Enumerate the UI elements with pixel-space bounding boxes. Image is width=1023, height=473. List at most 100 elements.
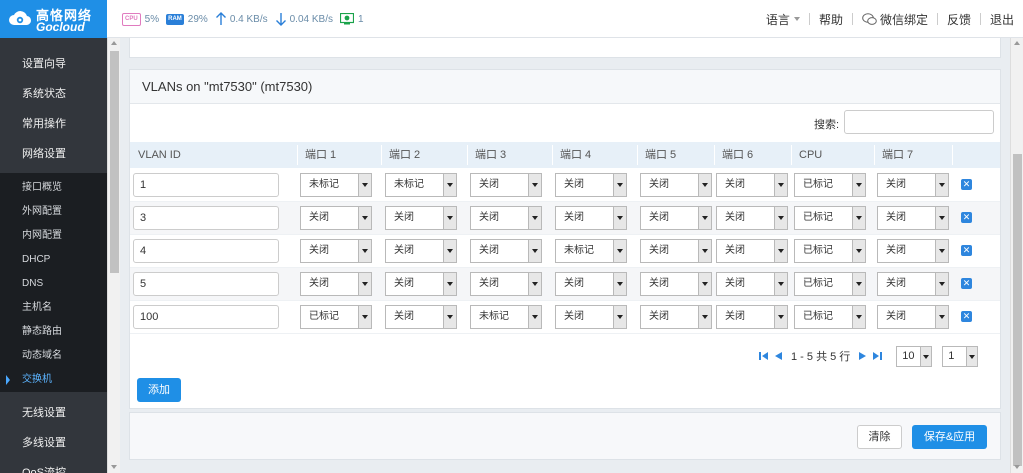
sidebar-subitem-lan[interactable]: 内网配置 (0, 224, 107, 248)
help-link[interactable]: 帮助 (810, 11, 852, 28)
sidebar-subitem-interface-overview[interactable]: 接口概览 (0, 176, 107, 200)
port1-select[interactable]: 关闭 (300, 272, 372, 296)
port4-select[interactable]: 关闭 (555, 173, 627, 197)
cpu-select[interactable]: 已标记 (794, 239, 866, 263)
feedback-link[interactable]: 反馈 (938, 11, 980, 28)
sidebar-item-common-ops[interactable]: 常用操作 (0, 109, 107, 139)
port4-select[interactable]: 未标记 (555, 239, 627, 263)
sidebar-scrollbar[interactable] (107, 38, 120, 473)
port2-select[interactable]: 关闭 (385, 239, 457, 263)
cpu-select[interactable]: 已标记 (794, 305, 866, 329)
port1-select[interactable]: 关闭 (300, 239, 372, 263)
sidebar-subitem-hostname[interactable]: 主机名 (0, 296, 107, 320)
scrollbar-thumb[interactable] (1013, 154, 1022, 466)
port3-select[interactable]: 关闭 (470, 206, 542, 230)
vlan-id-input[interactable]: 100 (133, 305, 279, 329)
search-input[interactable] (844, 110, 994, 134)
clear-button[interactable]: 清除 (857, 425, 902, 449)
port6-select[interactable]: 关闭 (716, 239, 788, 263)
sidebar-item-network-settings[interactable]: 网络设置 (0, 139, 107, 169)
port4-select[interactable]: 关闭 (555, 272, 627, 296)
port3-select[interactable]: 关闭 (470, 272, 542, 296)
save-apply-button[interactable]: 保存&应用 (912, 425, 987, 449)
port7-select[interactable]: 关闭 (877, 173, 949, 197)
port2-select[interactable]: 未标记 (385, 173, 457, 197)
first-page-icon[interactable] (759, 351, 769, 361)
delete-row-icon[interactable]: ✕ (961, 179, 972, 190)
port5-select[interactable]: 关闭 (640, 173, 712, 197)
delete-row-icon[interactable]: ✕ (961, 311, 972, 322)
port7-select[interactable]: 关闭 (877, 239, 949, 263)
sidebar-item-qos[interactable]: QoS流控 (0, 458, 107, 473)
sidebar-subitem-wan[interactable]: 外网配置 (0, 200, 107, 224)
port6-select[interactable]: 关闭 (716, 272, 788, 296)
delete-row-icon[interactable]: ✕ (961, 278, 972, 289)
port6-select[interactable]: 关闭 (716, 305, 788, 329)
ram-value: 29% (187, 13, 208, 25)
delete-row-icon[interactable]: ✕ (961, 212, 972, 223)
language-label: 语言 (765, 12, 790, 27)
port1-select[interactable]: 已标记 (300, 305, 372, 329)
chevron-down-icon (443, 306, 456, 328)
logout-link[interactable]: 退出 (981, 11, 1023, 28)
cpu-select[interactable]: 已标记 (794, 173, 866, 197)
port6-select[interactable]: 关闭 (716, 206, 788, 230)
content-scrollbar[interactable] (1010, 38, 1023, 473)
port3-select[interactable]: 关闭 (470, 173, 542, 197)
port3-select[interactable]: 未标记 (470, 305, 542, 329)
port4-select[interactable]: 关闭 (555, 305, 627, 329)
prev-page-icon[interactable] (773, 351, 783, 361)
cpu-select[interactable]: 已标记 (794, 206, 866, 230)
sidebar-subitem-dns[interactable]: DNS (0, 272, 107, 296)
port5-select[interactable]: 关闭 (640, 272, 712, 296)
upload-stat: 0.4 KB/s (215, 12, 268, 26)
vlan-id-input[interactable]: 3 (133, 206, 279, 230)
port4-select[interactable]: 关闭 (555, 206, 627, 230)
port2-select[interactable]: 关闭 (385, 206, 457, 230)
scroll-up-icon[interactable] (111, 41, 117, 45)
delete-row-icon[interactable]: ✕ (961, 245, 972, 256)
port5-select[interactable]: 关闭 (640, 305, 712, 329)
last-page-icon[interactable] (872, 351, 883, 361)
sidebar-item-system-status[interactable]: 系统状态 (0, 79, 107, 109)
sidebar-item-setup-wizard[interactable]: 设置向导 (0, 49, 107, 79)
chevron-down-icon (443, 174, 456, 196)
cpu-select[interactable]: 已标记 (794, 272, 866, 296)
sidebar-subitem-static-route[interactable]: 静态路由 (0, 320, 107, 344)
scrollbar-thumb[interactable] (110, 51, 119, 273)
vlan-id-input[interactable]: 4 (133, 239, 279, 263)
language-menu[interactable]: 语言 (757, 11, 809, 28)
port6-select[interactable]: 关闭 (716, 173, 788, 197)
scroll-down-icon[interactable] (1014, 465, 1020, 469)
add-button[interactable]: 添加 (137, 378, 181, 402)
chevron-down-icon (774, 240, 787, 262)
port3-select[interactable]: 关闭 (470, 239, 542, 263)
logo[interactable]: 高恪网络 Gocloud (0, 0, 107, 38)
scroll-up-icon[interactable] (1014, 41, 1020, 45)
divider (952, 145, 953, 165)
port1-select[interactable]: 未标记 (300, 173, 372, 197)
cpu-stat: CPU 5% (122, 12, 159, 26)
vlan-id-input[interactable]: 5 (133, 272, 279, 296)
port7-select[interactable]: 关闭 (877, 272, 949, 296)
vlan-id-input[interactable]: 1 (133, 173, 279, 197)
wechat-bind-link[interactable]: 微信绑定 (853, 11, 937, 28)
next-page-icon[interactable] (858, 351, 868, 361)
port2-select[interactable]: 关闭 (385, 272, 457, 296)
page-number-select[interactable]: 1 (942, 345, 979, 367)
port7-select[interactable]: 关闭 (877, 305, 949, 329)
scroll-down-icon[interactable] (111, 465, 117, 469)
port7-select[interactable]: 关闭 (877, 206, 949, 230)
sidebar-subitem-switch[interactable]: 交换机 (0, 368, 107, 392)
page-size-select[interactable]: 10 (896, 345, 933, 367)
port2-select[interactable]: 关闭 (385, 305, 457, 329)
port5-select[interactable]: 关闭 (640, 239, 712, 263)
port1-select[interactable]: 关闭 (300, 206, 372, 230)
sidebar-item-wireless[interactable]: 无线设置 (0, 398, 107, 428)
sidebar-item-multiwan[interactable]: 多线设置 (0, 428, 107, 458)
sidebar-subitem-dhcp[interactable]: DHCP (0, 248, 107, 272)
port7-select-value: 关闭 (886, 212, 906, 223)
sidebar-subitem-ddns[interactable]: 动态域名 (0, 344, 107, 368)
column-header-port1: 端口 1 (305, 149, 337, 161)
port5-select[interactable]: 关闭 (640, 206, 712, 230)
